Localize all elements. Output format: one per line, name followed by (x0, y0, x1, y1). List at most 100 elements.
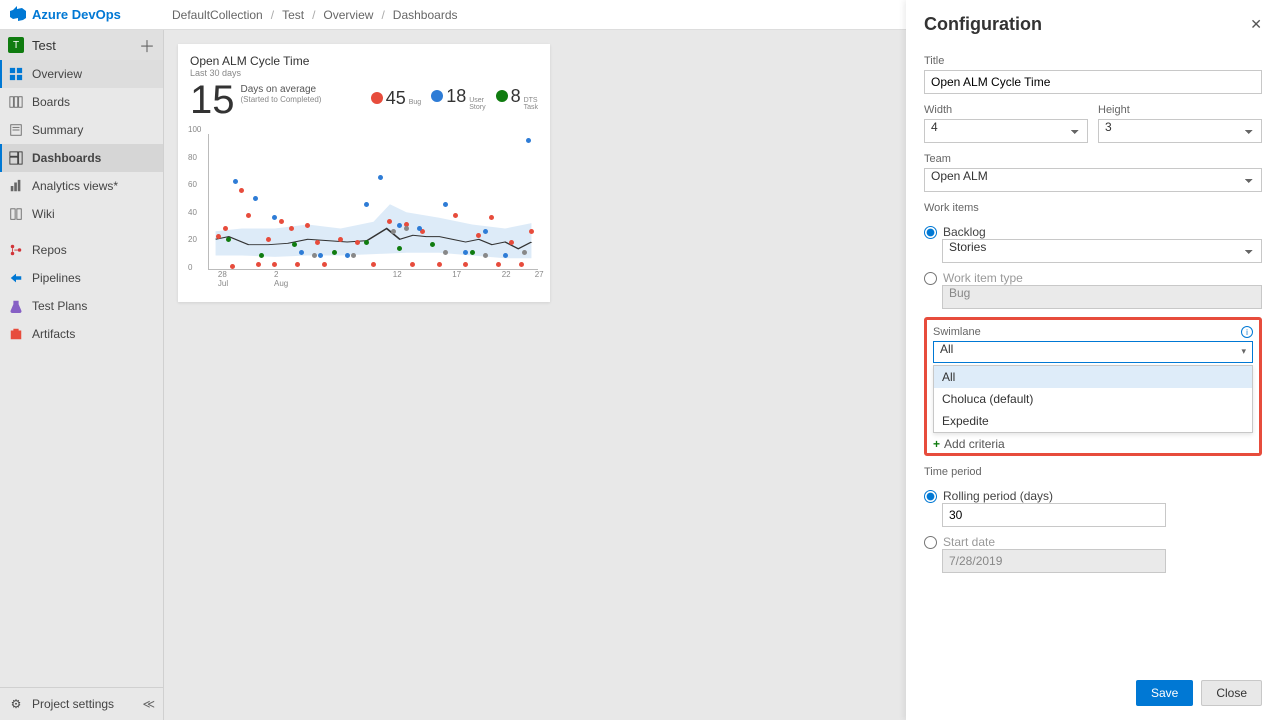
swimlane-option-all[interactable]: All (934, 366, 1252, 388)
project-row[interactable]: T Test ＋ (0, 30, 163, 60)
app-name: Azure DevOps (32, 7, 121, 22)
project-name: Test (32, 38, 131, 53)
sidebar-item-artifacts[interactable]: Artifacts (0, 320, 163, 348)
testplans-icon (8, 298, 24, 314)
widget-subtitle: Last 30 days (190, 68, 538, 78)
backlog-radio-label: Backlog (943, 225, 986, 239)
project-badge: T (8, 37, 24, 53)
azure-devops-icon (10, 5, 26, 24)
height-select[interactable]: 3 (1098, 119, 1262, 143)
widget-stat-line1: Days on average (241, 84, 322, 95)
sidebar-item-label: Boards (32, 95, 70, 109)
gear-icon: ⚙ (8, 696, 24, 712)
width-select[interactable]: 4 (924, 119, 1088, 143)
rolling-radio-label: Rolling period (days) (943, 489, 1053, 503)
sidebar-item-label: Analytics views* (32, 179, 118, 193)
sidebar-item-dashboards[interactable]: Dashboards (0, 144, 163, 172)
sidebar-item-repos[interactable]: Repos (0, 236, 163, 264)
rolling-radio[interactable] (924, 490, 937, 503)
startdate-input (942, 549, 1166, 573)
crumb-collection[interactable]: DefaultCollection (172, 8, 263, 22)
crumb-area[interactable]: Overview (323, 8, 373, 22)
configuration-panel: Configuration ✕ Title Width 4 Height 3 T… (906, 0, 1280, 720)
boards-icon (8, 94, 24, 110)
settings-label: Project settings (32, 697, 114, 711)
crumb-page[interactable]: Dashboards (393, 8, 458, 22)
breadcrumb: DefaultCollection/ Test/ Overview/ Dashb… (172, 8, 458, 22)
logo[interactable]: Azure DevOps (10, 5, 121, 24)
swimlane-option-expedite[interactable]: Expedite (934, 410, 1252, 432)
title-label: Title (924, 55, 1262, 67)
story-icon (431, 90, 443, 102)
repos-icon (8, 242, 24, 258)
workitemtype-select: Bug (942, 285, 1262, 309)
work-items-label: Work items (924, 202, 1262, 214)
close-icon[interactable]: ✕ (1250, 16, 1262, 33)
sidebar-item-summary[interactable]: Summary (0, 116, 163, 144)
overview-icon (8, 66, 24, 82)
plus-icon: + (933, 437, 940, 451)
info-icon[interactable]: i (1241, 326, 1253, 338)
rolling-days-input[interactable] (942, 503, 1166, 527)
sidebar-item-label: Repos (32, 243, 67, 257)
team-label: Team (924, 153, 1262, 165)
sidebar-item-label: Test Plans (32, 299, 87, 313)
team-select[interactable]: Open ALM (924, 168, 1262, 192)
startdate-radio-row[interactable]: Start date (924, 535, 1262, 549)
save-button[interactable]: Save (1136, 680, 1193, 706)
swimlane-select[interactable]: All ▾ (933, 341, 1253, 363)
time-period-label: Time period (924, 466, 1262, 478)
cycle-time-widget[interactable]: Open ALM Cycle Time Last 30 days 15 Days… (178, 44, 550, 302)
add-icon[interactable]: ＋ (139, 33, 155, 57)
project-settings[interactable]: ⚙ Project settings ≪ (0, 688, 163, 720)
backlog-select[interactable]: Stories (942, 239, 1262, 263)
height-label: Height (1098, 104, 1262, 116)
widget-big-number: 15 (190, 80, 235, 120)
workitemtype-radio[interactable] (924, 272, 937, 285)
title-input[interactable] (924, 70, 1262, 94)
artifacts-icon (8, 326, 24, 342)
chart-area: 020406080100 28Jul2Aug12172227 (188, 134, 540, 284)
widget-stat-line2: (Started to Completed) (241, 95, 322, 104)
sidebar-item-label: Summary (32, 123, 83, 137)
crumb-project[interactable]: Test (282, 8, 304, 22)
swimlane-highlight-box: Swimlane i All ▾ All Choluca (default) E… (924, 317, 1262, 456)
sidebar: T Test ＋ Overview Boards Summary Dashboa… (0, 30, 164, 720)
analytics-icon (8, 178, 24, 194)
widget-badges: 45Bug18UserStory8DTSTask (371, 86, 538, 111)
sidebar-item-pipelines[interactable]: Pipelines (0, 264, 163, 292)
startdate-radio[interactable] (924, 536, 937, 549)
summary-icon (8, 122, 24, 138)
backlog-radio-row[interactable]: Backlog (924, 225, 1262, 239)
wiki-icon (8, 206, 24, 222)
sidebar-item-analytics[interactable]: Analytics views* (0, 172, 163, 200)
sidebar-item-testplans[interactable]: Test Plans (0, 292, 163, 320)
swimlane-option-choluca[interactable]: Choluca (default) (934, 388, 1252, 410)
add-criteria-button[interactable]: + Add criteria (933, 437, 1253, 451)
collapse-sidebar-icon[interactable]: ≪ (142, 697, 155, 711)
startdate-radio-label: Start date (943, 535, 995, 549)
sidebar-item-label: Overview (32, 67, 82, 81)
rolling-radio-row[interactable]: Rolling period (days) (924, 489, 1262, 503)
swimlane-label: Swimlane (933, 326, 981, 338)
width-label: Width (924, 104, 1088, 116)
dashboards-icon (8, 150, 24, 166)
sidebar-item-wiki[interactable]: Wiki (0, 200, 163, 228)
backlog-radio[interactable] (924, 226, 937, 239)
task-icon (496, 90, 508, 102)
pipelines-icon (8, 270, 24, 286)
sidebar-item-label: Artifacts (32, 327, 75, 341)
close-button[interactable]: Close (1201, 680, 1262, 706)
chevron-down-icon: ▾ (1241, 346, 1246, 357)
sidebar-item-label: Wiki (32, 207, 55, 221)
workitemtype-radio-label: Work item type (943, 271, 1023, 285)
workitemtype-radio-row[interactable]: Work item type (924, 271, 1262, 285)
sidebar-item-overview[interactable]: Overview (0, 60, 163, 88)
sidebar-item-boards[interactable]: Boards (0, 88, 163, 116)
sidebar-item-label: Pipelines (32, 271, 81, 285)
panel-title: Configuration (924, 14, 1042, 35)
swimlane-dropdown: All Choluca (default) Expedite (933, 365, 1253, 433)
widget-title: Open ALM Cycle Time (190, 54, 538, 68)
bug-icon (371, 92, 383, 104)
sidebar-item-label: Dashboards (32, 151, 101, 165)
